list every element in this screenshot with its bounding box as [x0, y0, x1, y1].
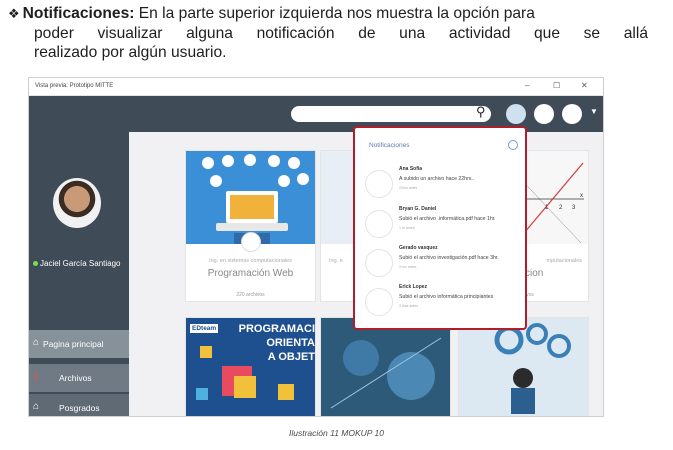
course-card[interactable]: EDteam PROGRAMACI ORIENTA A OBJET [185, 317, 316, 416]
course-image [186, 151, 315, 244]
x-tick-label: 1 [545, 205, 549, 211]
search-icon[interactable]: ⚲ [476, 104, 486, 120]
refresh-icon[interactable] [508, 140, 518, 150]
avatar [365, 170, 393, 198]
x-tick-label: 3 [572, 205, 576, 211]
notification-button[interactable] [506, 104, 526, 124]
profile-button[interactable] [562, 104, 582, 124]
notification-item[interactable]: Erick Lopez Subió el archivo informática… [365, 284, 515, 320]
course-file-count: ivos [525, 292, 534, 298]
sidebar-item-files[interactable]: ▯ Archivos [29, 364, 129, 392]
close-button[interactable]: ✕ [581, 81, 588, 90]
course-card[interactable] [320, 317, 451, 416]
x-tick-label: 2 [559, 205, 563, 211]
graduation-cap-icon: ⌂ [33, 401, 40, 412]
paragraph-line-2: poder visualizar alguna notificación de … [34, 24, 648, 42]
cubes-illustration [196, 346, 294, 400]
description-paragraph: ❖ Notificaciones: En la parte superior iz… [8, 4, 648, 63]
section-heading: Notificaciones: [22, 5, 135, 22]
messages-button[interactable] [534, 104, 554, 124]
figure-caption: Ilustración 11 MOKUP 10 [289, 428, 384, 438]
file-icon: ▯ [33, 371, 39, 382]
notifications-panel[interactable]: Notificaciones Ana Sofia A subido un arc… [353, 126, 527, 330]
paragraph-line-3: realizado por algún usuario. [34, 44, 227, 61]
notification-item[interactable]: Gerado vasquez Subió el archivo investig… [365, 245, 515, 281]
user-avatar[interactable] [53, 178, 101, 228]
maximize-button[interactable]: ☐ [553, 81, 560, 90]
online-status-icon [33, 261, 38, 266]
chevron-down-icon[interactable]: ▼ [590, 107, 598, 116]
notifications-title: Notificaciones [369, 142, 410, 149]
notification-item[interactable]: Bryan G. Daniel Subió el archivo .inform… [365, 206, 515, 242]
course-card[interactable] [458, 317, 589, 416]
avatar [365, 288, 393, 316]
course-card[interactable]: Ing. en sistemas computacionales Program… [185, 150, 316, 302]
window-title: Vista previa: Prototipo MITTE [35, 83, 114, 89]
sidebar-item-postgrads[interactable]: ⌂ Posgrados [29, 394, 129, 416]
axis-label: x [580, 193, 583, 199]
search-input[interactable] [291, 106, 491, 122]
home-icon: ⌂ [33, 337, 40, 348]
sidebar: Jaciel García Santiago ⌂ Pagina principa… [29, 96, 129, 416]
bullet-icon: ❖ [8, 6, 20, 21]
gears-illustration [494, 323, 571, 414]
course-title: Programación Web [207, 268, 294, 279]
sidebar-item-home[interactable]: ⌂ Pagina principal [29, 330, 129, 358]
course-career: Ing. en sistemas computacionales [209, 258, 292, 264]
course-title: cion [525, 268, 544, 279]
avatar [365, 210, 393, 238]
user-name: Jaciel García Santiago [33, 259, 121, 268]
network-illustration [330, 337, 442, 409]
course-card-knob [241, 232, 261, 252]
notification-item[interactable]: Ana Sofia A subido un archivo hace 22hrs… [365, 166, 515, 202]
app-screenshot: Vista previa: Prototipo MITTE – ☐ ✕ Jaci… [28, 77, 604, 417]
laptop-illustration [202, 154, 309, 244]
course-file-count: 220 archivos [236, 292, 265, 298]
avatar [365, 249, 393, 277]
window-titlebar: Vista previa: Prototipo MITTE – ☐ ✕ [29, 78, 603, 96]
minimize-button[interactable]: – [525, 81, 529, 90]
paragraph-line-1: En la parte superior izquierda nos muest… [138, 5, 535, 22]
